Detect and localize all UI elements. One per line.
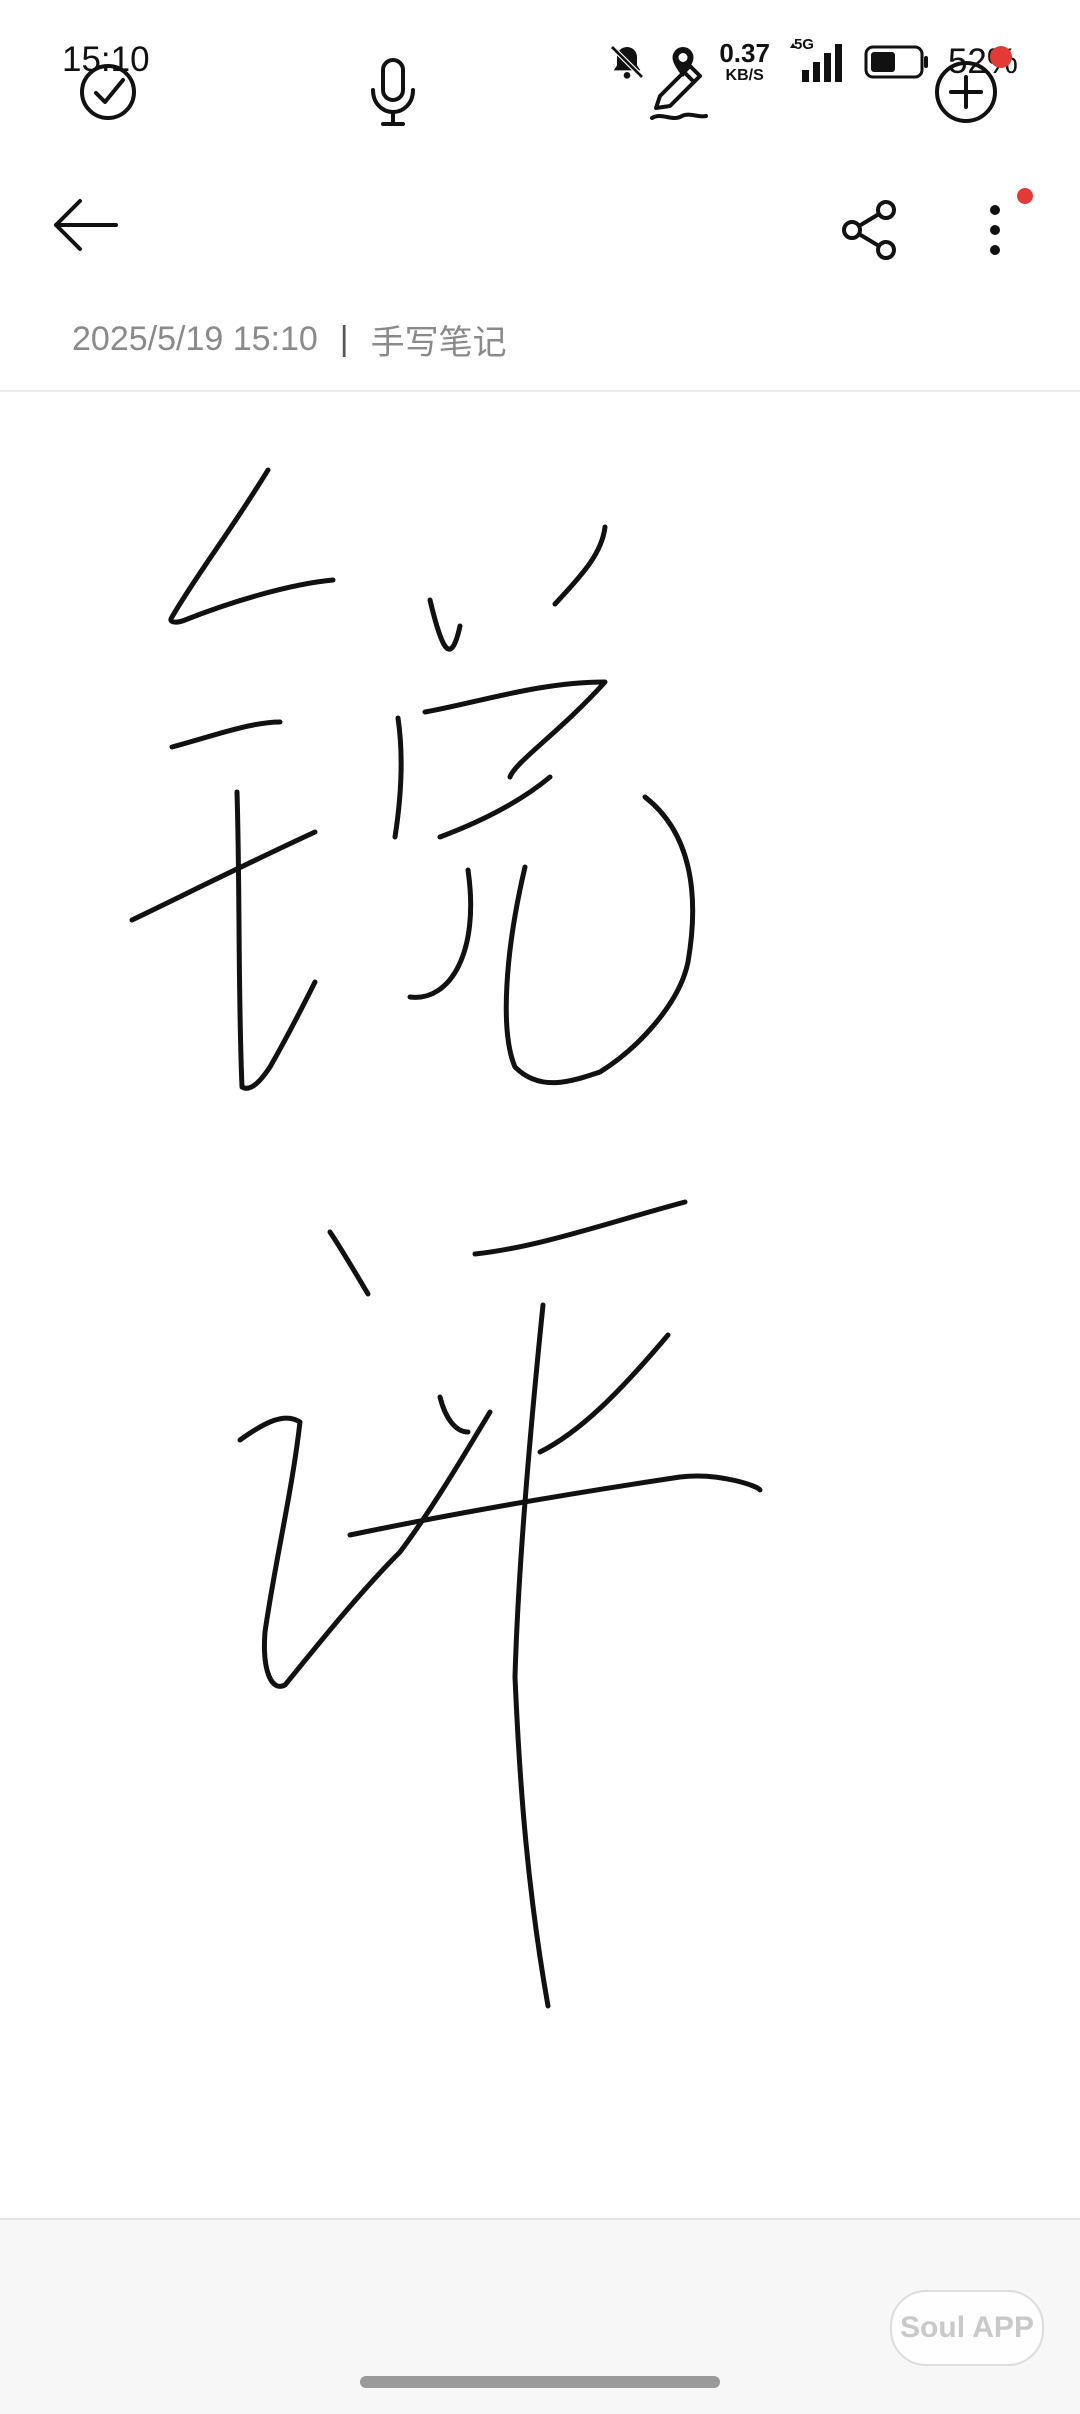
- checklist-button[interactable]: [58, 42, 158, 142]
- more-options-button[interactable]: [955, 180, 1035, 280]
- plus-circle-icon: [935, 61, 997, 123]
- add-badge: [990, 46, 1012, 68]
- share-icon: [842, 200, 896, 260]
- share-button[interactable]: [820, 180, 920, 280]
- signal-icon: 5G: [788, 36, 846, 84]
- net-speed-unit: KB/S: [725, 67, 764, 84]
- arrow-left-icon: [54, 199, 118, 251]
- pen-icon: [650, 64, 708, 120]
- more-vertical-icon: [990, 205, 1000, 255]
- add-button[interactable]: [916, 42, 1016, 142]
- check-circle-icon: [80, 64, 136, 120]
- soul-app-watermark: Soul APP: [890, 2290, 1044, 2366]
- home-indicator[interactable]: [360, 2376, 720, 2388]
- handwriting-button[interactable]: [628, 42, 728, 142]
- app-bar: [0, 150, 1080, 280]
- microphone-icon: [371, 58, 415, 126]
- notification-badge: [1017, 188, 1033, 204]
- note-category: 手写笔记: [370, 324, 507, 362]
- note-meta: 2025/5/19 15:10 | 手写笔记: [72, 315, 507, 364]
- meta-separator: |: [339, 320, 349, 358]
- note-date: 2025/5/19 15:10: [72, 320, 318, 358]
- voice-input-button[interactable]: [343, 42, 443, 142]
- handwriting-strokes: [129, 467, 763, 2009]
- back-button[interactable]: [40, 180, 130, 270]
- handwriting-canvas[interactable]: [0, 392, 1080, 2218]
